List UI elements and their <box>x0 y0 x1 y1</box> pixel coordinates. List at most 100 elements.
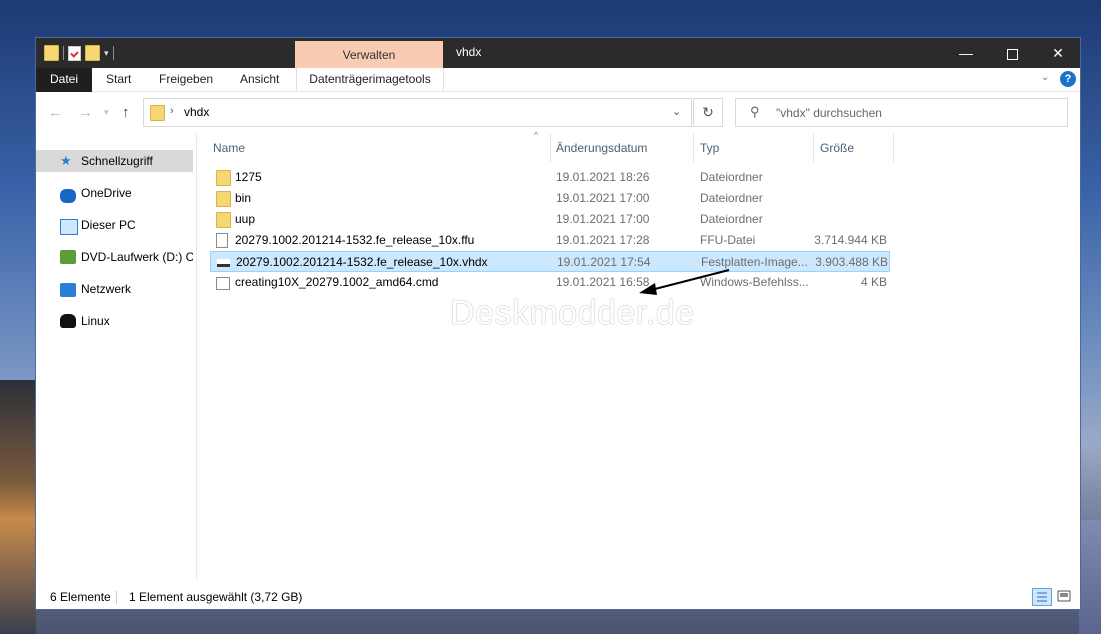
column-divider[interactable] <box>813 134 814 162</box>
star-icon: ★ <box>60 153 72 168</box>
desktop-wallpaper-left <box>0 380 36 634</box>
large-icons-view-icon[interactable] <box>1056 588 1072 604</box>
sort-ascending-icon: ^ <box>534 130 539 140</box>
status-divider <box>116 591 117 604</box>
folder-icon <box>216 170 231 186</box>
file-name: creating10X_20279.1002_amd64.cmd <box>235 275 439 289</box>
column-divider[interactable] <box>893 134 894 162</box>
table-row[interactable]: uup 19.01.2021 17:00 Dateiordner <box>210 209 890 230</box>
customize-toolbar-chevron-icon[interactable]: ▾ <box>104 46 109 60</box>
maximize-button[interactable] <box>989 38 1035 68</box>
file-date: 19.01.2021 16:58 <box>556 275 650 289</box>
maximize-icon <box>1006 48 1018 60</box>
table-row[interactable]: creating10X_20279.1002_amd64.cmd 19.01.2… <box>210 272 890 293</box>
help-icon[interactable]: ? <box>1060 71 1076 87</box>
new-folder-icon[interactable] <box>85 45 100 61</box>
quick-access-toolbar: ▾ <box>44 44 114 62</box>
sidebar-item-label: Dieser PC <box>81 218 136 232</box>
table-row[interactable]: 20279.1002.201214-1532.fe_release_10x.vh… <box>210 251 890 272</box>
tab-ansicht[interactable]: Ansicht <box>240 68 279 91</box>
column-divider[interactable] <box>693 134 694 162</box>
address-dropdown-chevron-icon[interactable]: ⌄ <box>672 105 681 118</box>
recent-locations-button[interactable]: ▾ <box>104 107 109 118</box>
file-name: 20279.1002.201214-1532.fe_release_10x.vh… <box>236 255 488 269</box>
file-list: ^ Name Änderungsdatum Typ Größe 1275 19.… <box>197 130 1080 580</box>
folder-icon <box>150 105 165 121</box>
minimize-button[interactable]: — <box>943 38 989 68</box>
column-header-date[interactable]: Änderungsdatum <box>556 134 647 162</box>
column-header-type[interactable]: Typ <box>700 134 719 162</box>
large-icons-view-glyph <box>1057 590 1071 602</box>
file-date: 19.01.2021 17:00 <box>556 191 650 205</box>
column-header-name[interactable]: Name <box>213 134 245 162</box>
computer-icon <box>60 219 78 235</box>
item-count: 6 Elemente <box>50 590 111 604</box>
cloud-icon <box>60 189 76 203</box>
status-bar: 6 Elemente 1 Element ausgewählt (3,72 GB… <box>36 586 1080 608</box>
table-row[interactable]: 1275 19.01.2021 18:26 Dateiordner <box>210 167 890 188</box>
disk-image-icon <box>217 259 230 267</box>
sidebar-item-label: Schnellzugriff <box>81 154 153 168</box>
tab-start[interactable]: Start <box>106 68 131 91</box>
refresh-button[interactable]: ↻ <box>693 98 723 127</box>
explorer-window: ▾ Verwalten vhdx — ✕ Datei Start Freigeb… <box>36 38 1080 609</box>
back-button[interactable]: ← <box>48 104 63 121</box>
breadcrumb-separator-icon[interactable]: › <box>170 105 174 117</box>
sidebar-item-label: Netzwerk <box>81 282 132 296</box>
column-header-size[interactable]: Größe <box>820 134 854 162</box>
cmd-script-icon <box>216 277 230 290</box>
forward-button[interactable]: → <box>78 104 93 121</box>
sidebar-item-schnellzugriff[interactable]: ★ Schnellzugriff <box>36 150 193 172</box>
column-divider[interactable] <box>550 134 551 162</box>
sidebar-item-label: Linux <box>81 314 110 328</box>
file-type: Dateiordner <box>700 212 763 226</box>
linux-penguin-icon <box>60 314 76 328</box>
sidebar-item-dvd-drive[interactable]: DVD-Laufwerk (D:) C( <box>36 246 193 268</box>
sidebar-item-label: DVD-Laufwerk (D:) C( <box>81 250 193 264</box>
tab-datentraegerimagetools[interactable]: Datenträgerimagetools <box>296 68 444 91</box>
title-bar: ▾ Verwalten vhdx — ✕ <box>36 38 1080 68</box>
tab-freigeben[interactable]: Freigeben <box>159 68 213 91</box>
search-input[interactable]: ⚲ "vhdx" durchsuchen <box>735 98 1068 127</box>
file-date: 19.01.2021 17:28 <box>556 233 650 247</box>
file-date: 19.01.2021 18:26 <box>556 170 650 184</box>
file-name: uup <box>235 212 256 226</box>
search-icon: ⚲ <box>750 104 760 119</box>
sidebar-item-netzwerk[interactable]: Netzwerk <box>36 278 193 300</box>
file-icon <box>216 233 228 248</box>
sidebar-item-linux[interactable]: Linux <box>36 310 193 332</box>
sidebar-item-onedrive[interactable]: OneDrive <box>36 182 193 204</box>
file-date: 19.01.2021 17:00 <box>556 212 650 226</box>
file-name: bin <box>235 191 252 205</box>
navigation-pane: ★ Schnellzugriff OneDrive Dieser PC DVD-… <box>36 134 197 580</box>
details-view-glyph <box>1037 592 1047 602</box>
address-bar[interactable]: › vhdx ⌄ <box>143 98 692 127</box>
file-size: 3.714.944 KB <box>814 233 887 247</box>
file-type: Dateiordner <box>700 170 763 184</box>
breadcrumb-vhdx[interactable]: vhdx <box>184 105 209 119</box>
file-size: 3.903.488 KB <box>815 255 888 269</box>
tab-datei[interactable]: Datei <box>36 68 92 92</box>
file-name: 1275 <box>235 170 262 184</box>
context-tab-verwalten[interactable]: Verwalten <box>295 41 443 68</box>
desktop-wallpaper-right <box>1079 520 1101 634</box>
watermark: Deskmodder.de <box>450 294 695 332</box>
sidebar-item-dieser-pc[interactable]: Dieser PC <box>36 214 193 236</box>
network-icon <box>60 283 76 297</box>
folder-icon <box>216 191 231 207</box>
file-type: Dateiordner <box>700 191 763 205</box>
expand-ribbon-chevron-icon[interactable]: ⌄ <box>1041 72 1049 83</box>
file-name: 20279.1002.201214-1532.fe_release_10x.ff… <box>235 233 475 247</box>
table-row[interactable]: 20279.1002.201214-1532.fe_release_10x.ff… <box>210 230 890 251</box>
ribbon-tabs: Datei Start Freigeben Ansicht Datenträge… <box>36 68 1080 92</box>
toolbar-divider <box>63 46 64 60</box>
close-button[interactable]: ✕ <box>1035 38 1081 68</box>
up-button[interactable]: ↑ <box>122 104 130 121</box>
table-row[interactable]: bin 19.01.2021 17:00 Dateiordner <box>210 188 890 209</box>
properties-icon[interactable] <box>68 45 81 61</box>
sidebar-item-label: OneDrive <box>81 186 132 200</box>
folder-icon <box>44 45 59 61</box>
search-placeholder: "vhdx" durchsuchen <box>776 106 882 120</box>
file-size: 4 KB <box>860 275 887 289</box>
details-view-icon[interactable] <box>1032 588 1052 606</box>
